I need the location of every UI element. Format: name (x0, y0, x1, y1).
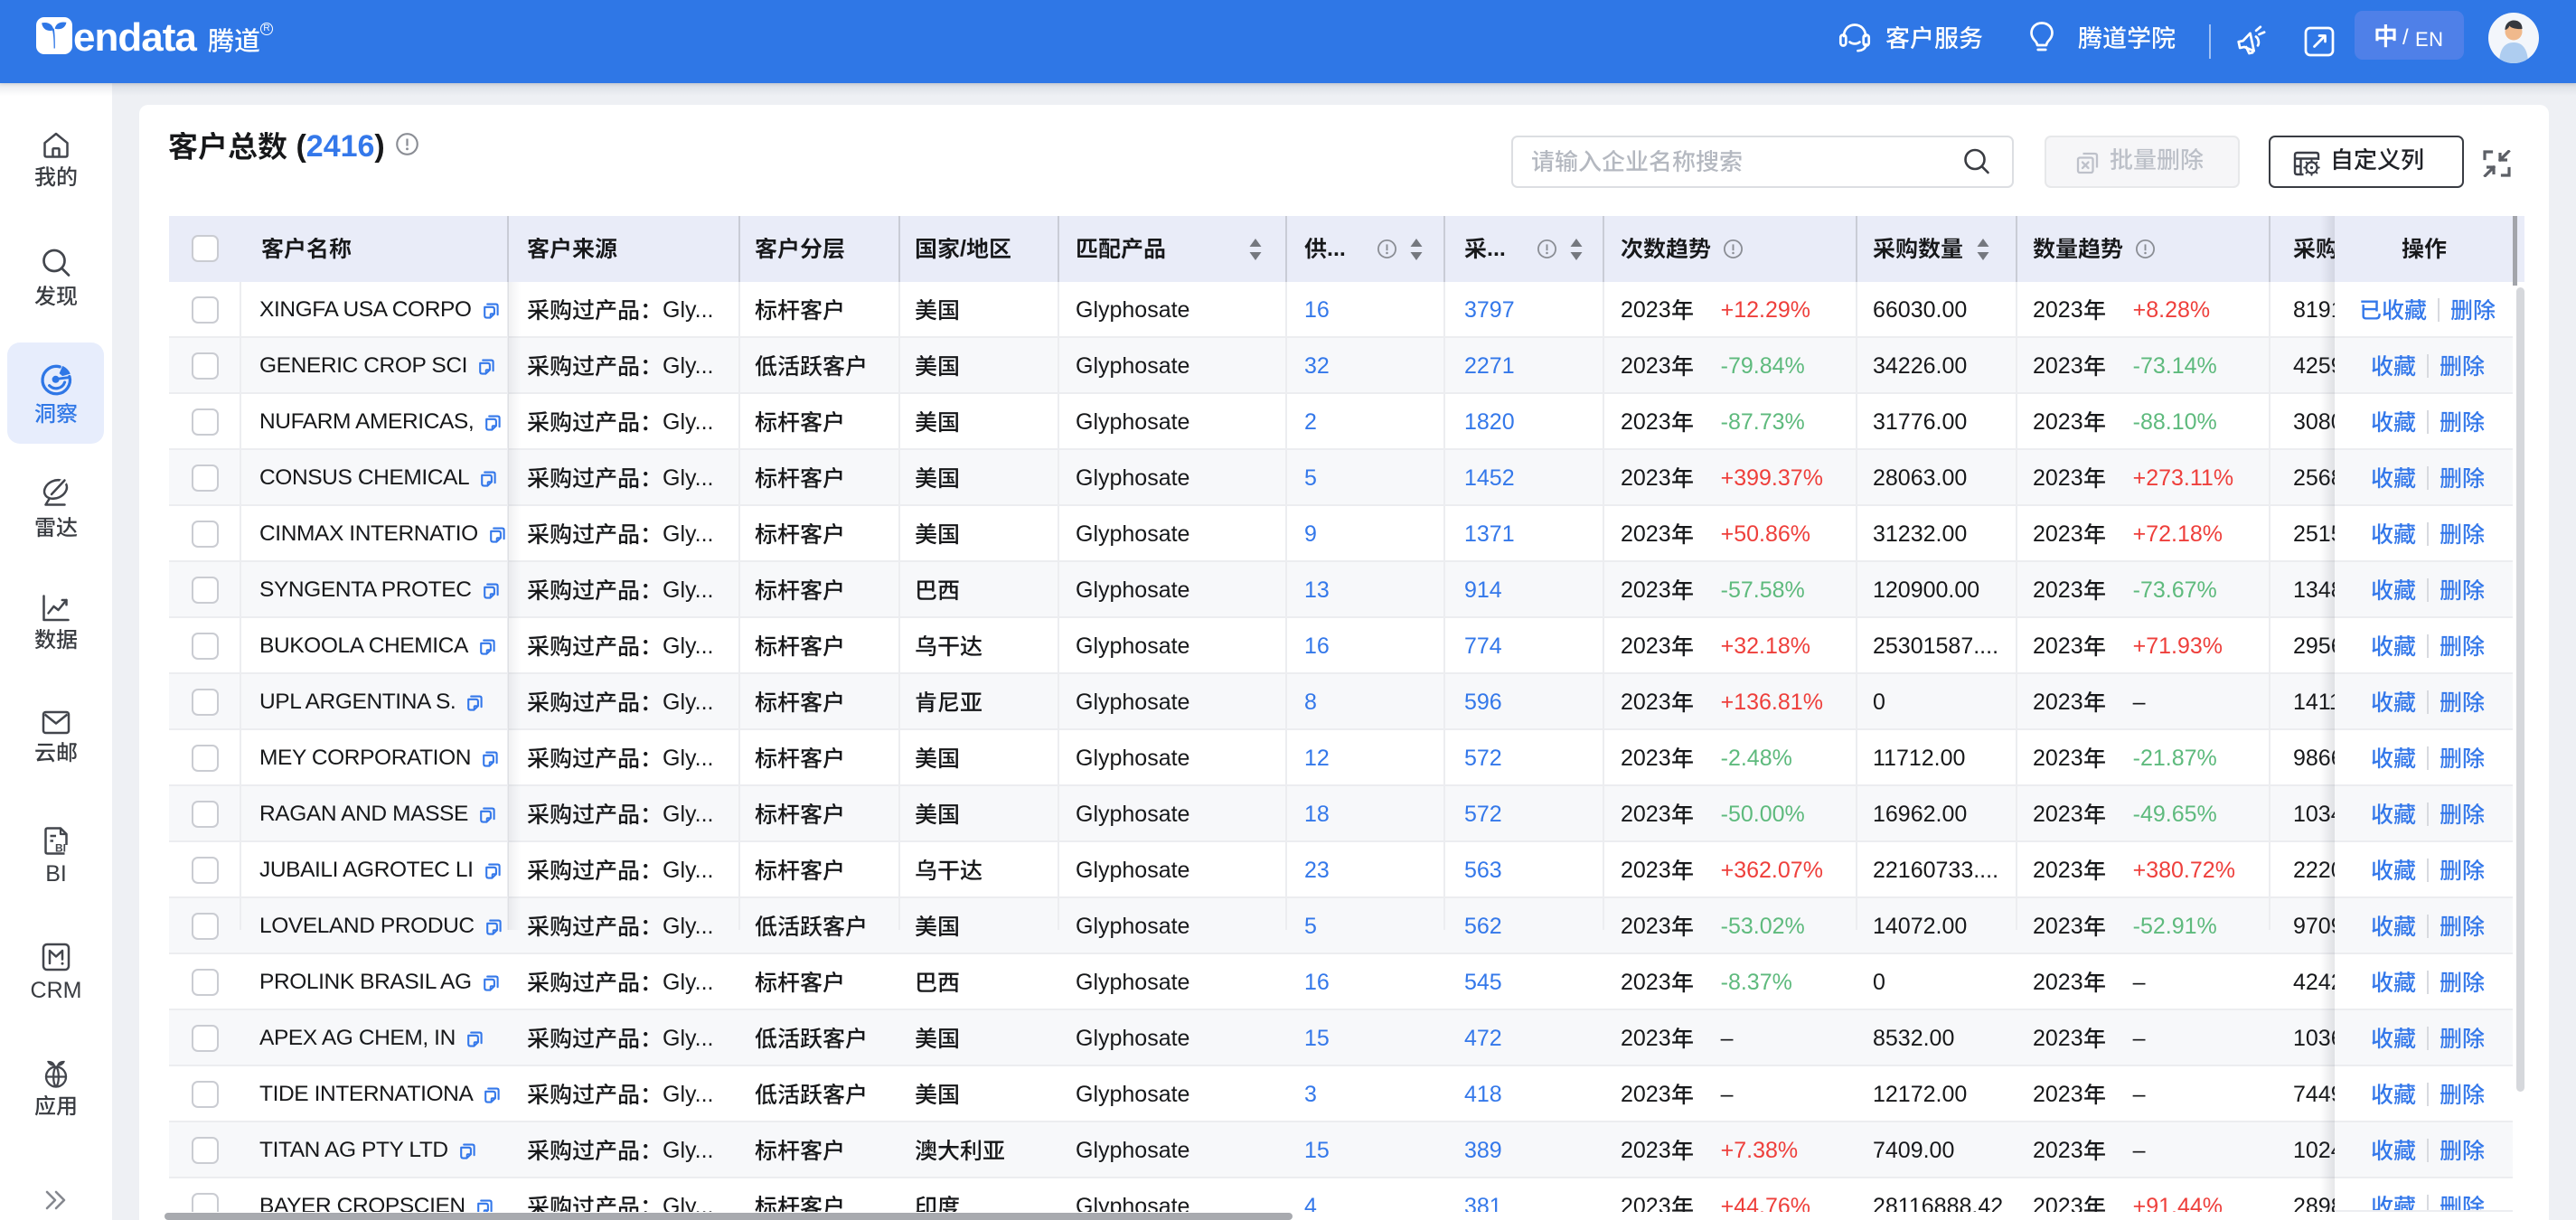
svg-text:BI: BI (55, 842, 66, 855)
